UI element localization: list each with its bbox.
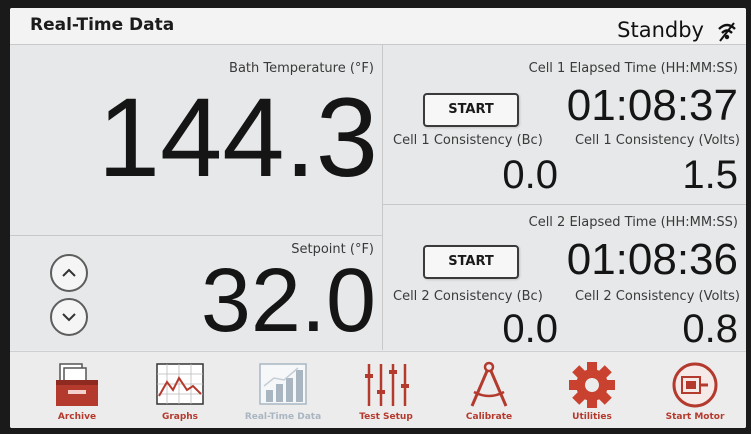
- graphs-icon: [156, 363, 204, 405]
- bottom-toolbar: Archive Graphs Real-Time Data Test Setup…: [10, 351, 746, 428]
- toolbar-calibrate-button[interactable]: Calibrate: [440, 352, 538, 428]
- cell1-volts-value: 1.5: [682, 153, 738, 197]
- toolbar-start-motor-button[interactable]: Start Motor: [646, 352, 744, 428]
- utilities-icon: [569, 362, 615, 408]
- cell2-panel: Cell 2 Elapsed Time (HH:MM:SS) START 01:…: [383, 205, 746, 351]
- setpoint-down-button[interactable]: [50, 298, 88, 336]
- cell2-volts-label: Cell 2 Consistency (Volts): [574, 289, 740, 304]
- cell2-elapsed-label: Cell 2 Elapsed Time (HH:MM:SS): [528, 215, 738, 230]
- title-bar: Real-Time Data Standby: [10, 8, 746, 45]
- status-text: Standby: [617, 18, 704, 42]
- cell1-bc-label: Cell 1 Consistency (Bc): [393, 133, 543, 148]
- toolbar-graphs-button[interactable]: Graphs: [131, 352, 229, 428]
- signal-icon: [718, 22, 736, 42]
- setpoint-panel: Setpoint (°F) 32.0: [10, 236, 383, 351]
- real-time-data-icon: [259, 363, 307, 405]
- toolbar-start-motor-label: Start Motor: [665, 412, 725, 422]
- cell2-bc-label: Cell 2 Consistency (Bc): [393, 289, 543, 304]
- test-setup-icon: [365, 364, 409, 406]
- chevron-up-icon: [62, 268, 76, 277]
- setpoint-value: 32.0: [200, 251, 376, 351]
- cell1-panel: Cell 1 Elapsed Time (HH:MM:SS) START 01:…: [383, 45, 746, 205]
- toolbar-calibrate-label: Calibrate: [465, 412, 513, 422]
- cell1-elapsed-value: 01:08:37: [566, 81, 738, 130]
- toolbar-test-setup-label: Test Setup: [359, 412, 413, 422]
- bath-temperature-value: 144.3: [97, 75, 378, 200]
- cell2-bc-value: 0.0: [502, 307, 558, 351]
- toolbar-archive-button[interactable]: Archive: [28, 352, 126, 428]
- toolbar-test-setup-button[interactable]: Test Setup: [337, 352, 435, 428]
- toolbar-real-time-data-label: Real-Time Data: [244, 412, 322, 422]
- toolbar-utilities-label: Utilities: [572, 412, 612, 422]
- cell2-volts-value: 0.8: [682, 307, 738, 351]
- toolbar-utilities-button[interactable]: Utilities: [543, 352, 641, 428]
- start-motor-icon: [672, 362, 718, 408]
- bath-temperature-panel: Bath Temperature (°F) 144.3: [10, 45, 383, 236]
- cell1-bc-value: 0.0: [502, 153, 558, 197]
- cell1-elapsed-label: Cell 1 Elapsed Time (HH:MM:SS): [528, 61, 738, 76]
- page-title: Real-Time Data: [30, 15, 175, 35]
- cell2-start-button[interactable]: START: [423, 245, 519, 279]
- toolbar-archive-label: Archive: [57, 412, 97, 422]
- toolbar-graphs-label: Graphs: [161, 412, 199, 422]
- calibrate-icon: [470, 361, 508, 407]
- screen: Real-Time Data Standby Bath Temperature …: [10, 8, 746, 428]
- setpoint-up-button[interactable]: [50, 254, 88, 292]
- chevron-down-icon: [62, 313, 76, 322]
- cell2-elapsed-value: 01:08:36: [566, 235, 738, 284]
- cell1-volts-label: Cell 1 Consistency (Volts): [574, 133, 740, 148]
- archive-icon: [56, 363, 98, 406]
- toolbar-real-time-data-button[interactable]: Real-Time Data: [234, 352, 332, 428]
- cell1-start-button[interactable]: START: [423, 93, 519, 127]
